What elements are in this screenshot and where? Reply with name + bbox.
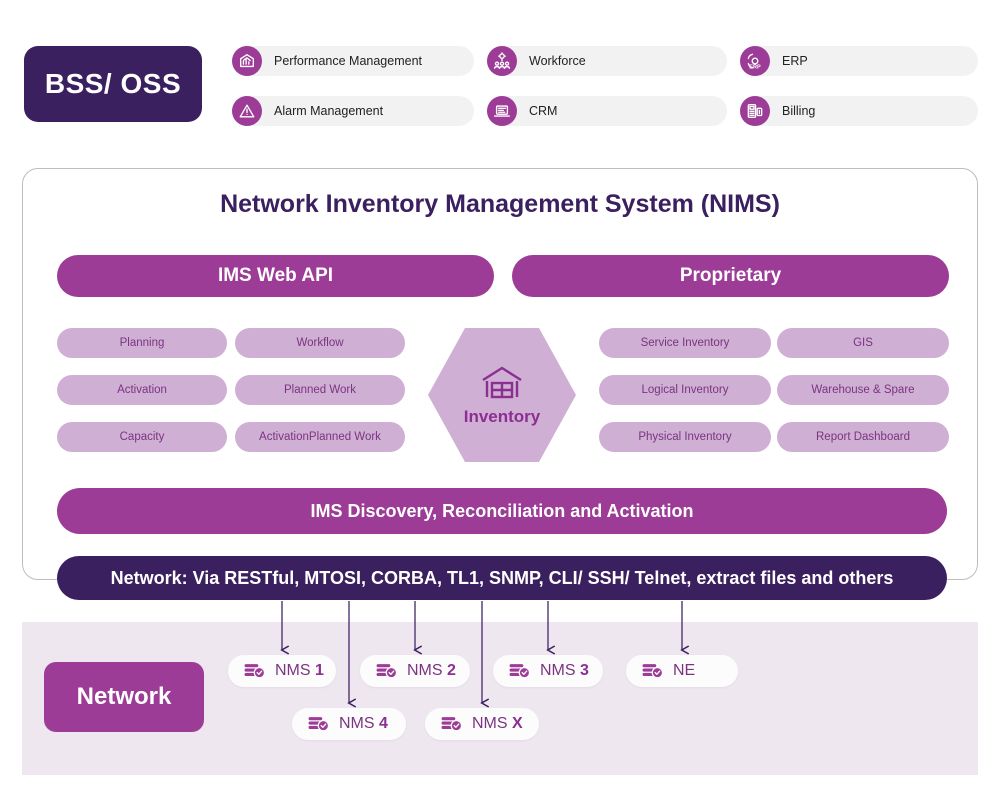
server-check-icon [376,663,398,679]
crm-laptop-icon [487,96,517,126]
bss-oss-item-performance-management[interactable]: Performance Management [232,46,474,76]
bss-oss-item-workforce[interactable]: Workforce [487,46,727,76]
network-node-suffix: 3 [580,662,589,679]
module-label: Capacity [119,431,165,443]
bss-oss-item-label: ERP [782,54,808,68]
svg-text:ERP: ERP [749,65,761,70]
network-node-nms-3[interactable]: NMS 3 [493,655,603,687]
server-check-icon [441,716,463,732]
server-check-icon [509,663,531,679]
erp-gear-icon: ERP [740,46,770,76]
module-activation[interactable]: Activation [57,375,227,405]
module-planned-work[interactable]: Planned Work [235,375,405,405]
network-node-name: NMS [540,662,576,679]
module-logical-inventory[interactable]: Logical Inventory [599,375,771,405]
bss-oss-item-label: Performance Management [274,54,422,68]
module-warehouse-spare[interactable]: Warehouse & Spare [777,375,949,405]
network-node-name: NMS [275,662,311,679]
module-label: Service Inventory [640,337,730,349]
module-capacity[interactable]: Capacity [57,422,227,452]
page-title: Network Inventory Management System (NIM… [220,190,780,218]
bss-oss-item-label: Billing [782,104,816,118]
network-node-ne[interactable]: NE [626,655,738,687]
network-node-label: NMS 2 [407,662,456,680]
bss-oss-item-billing[interactable]: Billing [740,96,978,126]
inventory-hexagon[interactable]: Inventory [428,328,576,462]
network-protocol-bar-label: Network: Via RESTful, MTOSI, CORBA, TL1,… [110,567,894,588]
network-node-name: NE [673,662,696,679]
network-node-suffix: 1 [315,662,324,679]
header-proprietary-label: Proprietary [679,265,782,286]
workforce-people-icon [487,46,517,76]
server-check-icon [642,663,664,679]
network-node-name: NMS [407,662,443,679]
module-service-inventory[interactable]: Service Inventory [599,328,771,358]
bss-oss-item-erp[interactable]: ERP ERP [740,46,978,76]
module-label: Logical Inventory [641,384,729,396]
module-label: Activation [117,384,167,396]
module-workflow[interactable]: Workflow [235,328,405,358]
network-node-label: NE [673,662,695,680]
bss-oss-label: BSS/ OSS [44,68,182,99]
chart-growth-icon [232,46,262,76]
header-ims-web-api-label: IMS Web API [217,265,334,286]
module-report-dashboard[interactable]: Report Dashboard [777,422,949,452]
module-planning[interactable]: Planning [57,328,227,358]
module-label: GIS [853,337,873,349]
module-label: Planned Work [283,384,357,396]
module-label: Physical Inventory [638,431,732,443]
inventory-hexagon-label: Inventory [463,406,541,426]
network-badge-label: Network [76,683,172,710]
ims-discovery-bar[interactable]: IMS Discovery, Reconciliation and Activa… [57,488,947,534]
network-node-label: NMS X [472,715,523,733]
network-node-name: NMS [339,715,375,732]
alarm-warning-icon [232,96,262,126]
network-protocol-bar[interactable]: Network: Via RESTful, MTOSI, CORBA, TL1,… [57,556,947,600]
network-node-name: NMS [472,715,508,732]
network-node-suffix: 2 [447,662,456,679]
module-label: Warehouse & Spare [811,384,915,396]
network-node-label: NMS 4 [339,715,388,733]
header-ims-web-api[interactable]: IMS Web API [57,255,494,297]
network-node-nms-2[interactable]: NMS 2 [360,655,470,687]
network-node-label: NMS 3 [540,662,589,680]
bss-oss-item-crm[interactable]: CRM [487,96,727,126]
module-physical-inventory[interactable]: Physical Inventory [599,422,771,452]
ims-discovery-bar-label: IMS Discovery, Reconciliation and Activa… [310,500,694,521]
bss-oss-badge: BSS/ OSS [24,46,202,122]
network-node-nms-1[interactable]: NMS 1 [228,655,336,687]
bss-oss-item-label: CRM [529,104,558,118]
module-label: Planning [119,337,165,349]
network-node-suffix: X [512,715,523,732]
network-node-nms-4[interactable]: NMS 4 [292,708,406,740]
diagram-canvas: BSS/ OSS Performance Management Alarm Man… [0,0,1000,797]
module-label: Report Dashboard [816,431,910,443]
bss-oss-item-alarm-management[interactable]: Alarm Management [232,96,474,126]
network-node-label: NMS 1 [275,662,324,680]
module-label: ActivationPlanned Work [259,431,381,443]
server-check-icon [244,663,266,679]
module-label: Workflow [296,337,344,349]
server-check-icon [308,716,330,732]
network-node-suffix: 4 [379,715,388,732]
module-gis[interactable]: GIS [777,328,949,358]
billing-terminal-icon [740,96,770,126]
network-badge: Network [44,662,204,732]
warehouse-icon [479,364,525,405]
network-node-nms-x[interactable]: NMS X [425,708,539,740]
bss-oss-item-label: Workforce [529,54,586,68]
module-activationplanned-work[interactable]: ActivationPlanned Work [235,422,405,452]
bss-oss-item-label: Alarm Management [274,104,384,118]
header-proprietary[interactable]: Proprietary [512,255,949,297]
